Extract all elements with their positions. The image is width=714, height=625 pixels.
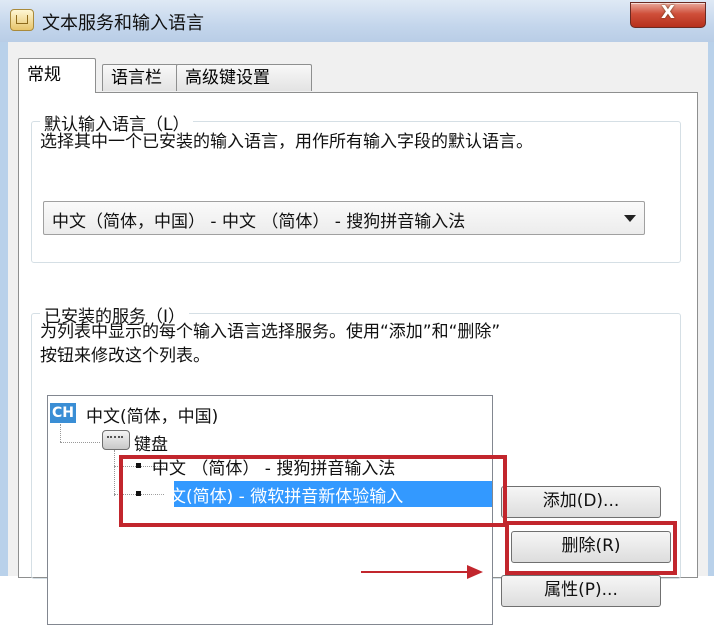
annotation-arrow: [361, 571, 469, 573]
title-bar[interactable]: 文本服务和输入语言 X: [0, 0, 714, 42]
annotation-box-remove: [505, 521, 677, 575]
default-language-group: 默认输入语言（L） 选择其中一个已安装的输入语言，用作所有输入字段的默认语言。: [31, 110, 681, 263]
tree-connector: [60, 442, 100, 443]
tree-connector: [60, 424, 61, 442]
language-badge: CH: [50, 403, 76, 423]
add-button[interactable]: 添加(D)...: [501, 486, 661, 518]
properties-button[interactable]: 属性(P)...: [501, 575, 661, 607]
tab-language-bar[interactable]: 语言栏: [102, 64, 178, 91]
tab-general[interactable]: 常规: [18, 58, 96, 93]
app-icon: [10, 9, 34, 31]
installed-services-description-1: 为列表中显示的每个输入语言选择服务。使用“添加”和“删除”: [40, 322, 501, 342]
close-icon: X: [661, 2, 675, 23]
tab-advanced-key-settings[interactable]: 高级键设置: [176, 64, 312, 91]
dialog-window: 文本服务和输入语言 X 常规 语言栏 高级键设置 默认输入语言（L） 选择其中一…: [0, 0, 714, 625]
keyboard-icon: [102, 430, 130, 450]
annotation-box-selection: [119, 455, 507, 527]
default-language-value: 中文（简体，中国） - 中文 （简体） - 搜狗拼音输入法: [52, 212, 466, 232]
default-language-description: 选择其中一个已安装的输入语言，用作所有输入字段的默认语言。: [40, 132, 533, 152]
dialog-body: 常规 语言栏 高级键设置 默认输入语言（L） 选择其中一个已安装的输入语言，用作…: [8, 42, 708, 625]
default-language-select[interactable]: 中文（简体，中国） - 中文 （简体） - 搜狗拼音输入法: [43, 201, 645, 235]
general-panel: 默认输入语言（L） 选择其中一个已安装的输入语言，用作所有输入字段的默认语言。 …: [18, 92, 698, 625]
installed-services-description-2: 按钮来修改这个列表。: [40, 346, 210, 366]
window-title: 文本服务和输入语言: [42, 13, 204, 34]
tree-connector: [114, 450, 115, 496]
dropdown-arrow-icon: [624, 215, 636, 222]
close-button[interactable]: X: [630, 2, 706, 28]
tree-node-language[interactable]: 中文(简体，中国): [86, 402, 218, 427]
tree-node-keyboard[interactable]: 键盘: [134, 430, 168, 455]
annotation-arrow-head: [467, 565, 483, 579]
